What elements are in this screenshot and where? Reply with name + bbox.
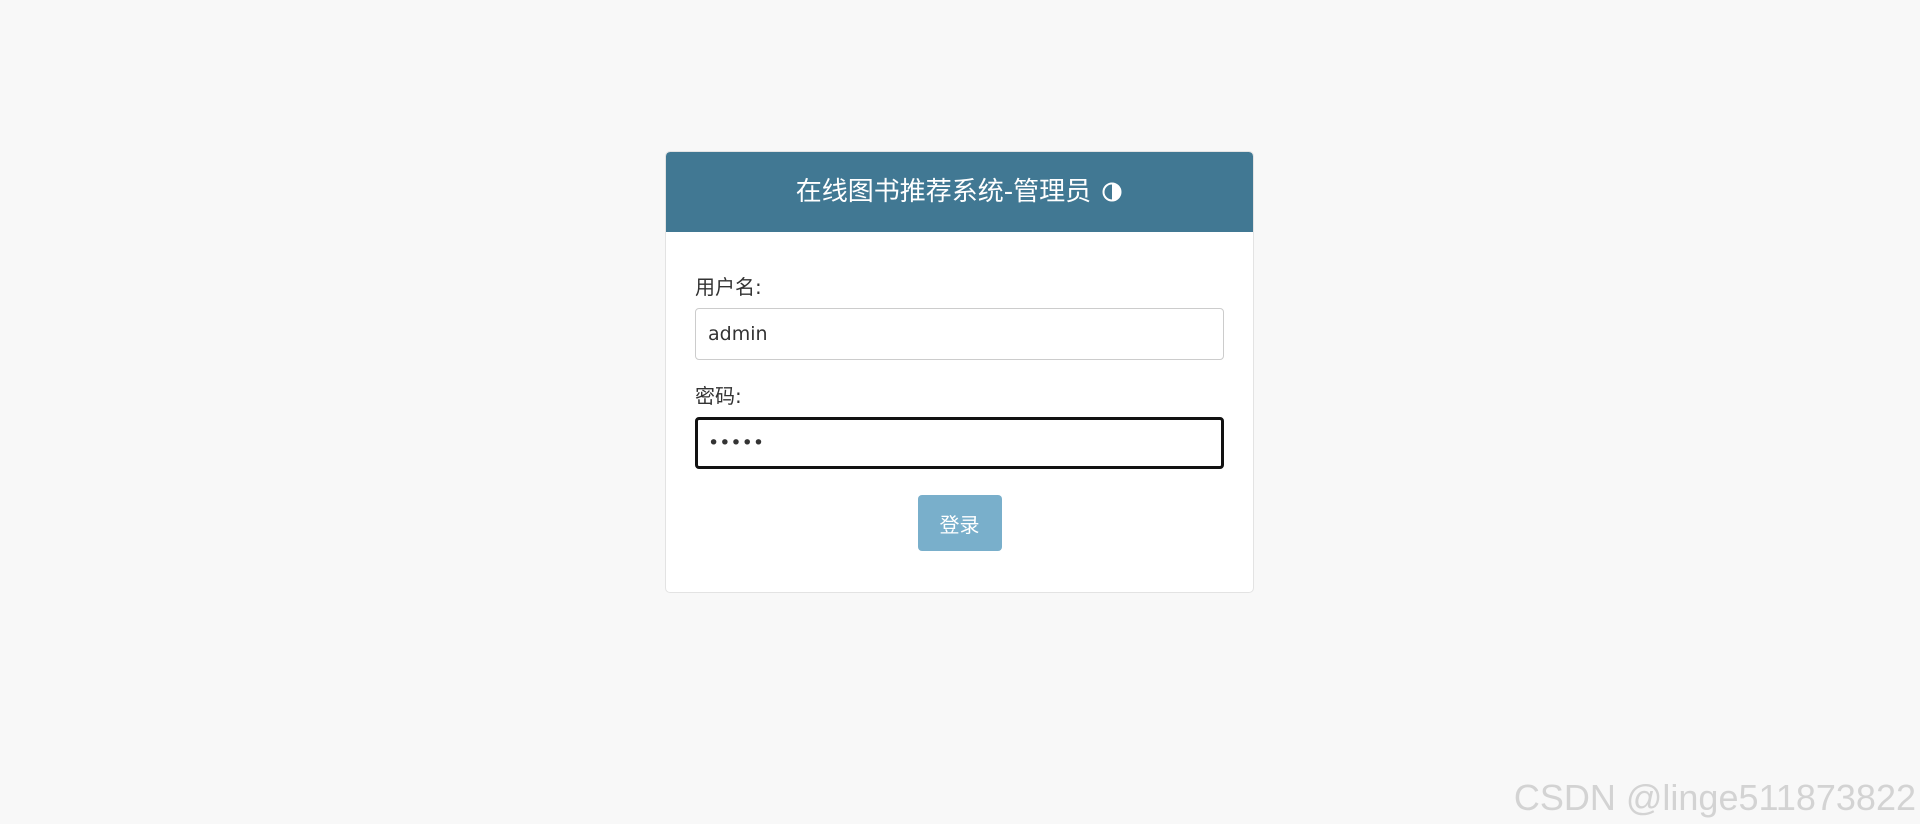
login-form: 用户名: 密码: 登录 [666, 232, 1253, 551]
contrast-icon[interactable] [1101, 181, 1123, 203]
page-title: 在线图书推荐系统-管理员 [795, 177, 1092, 207]
watermark: CSDN @linge511873822 [1513, 777, 1916, 818]
username-field-group: 用户名: [695, 277, 1224, 360]
password-label: 密码: [695, 384, 742, 408]
username-input[interactable] [695, 308, 1224, 360]
button-row: 登录 [695, 495, 1224, 551]
password-input[interactable] [695, 417, 1224, 469]
login-button[interactable]: 登录 [917, 495, 1002, 551]
panel-header: 在线图书推荐系统-管理员 [666, 152, 1253, 232]
password-field-group: 密码: [695, 386, 1224, 469]
login-panel: 在线图书推荐系统-管理员 用户名: 密码: 登录 [665, 151, 1254, 593]
username-label: 用户名: [695, 275, 762, 299]
